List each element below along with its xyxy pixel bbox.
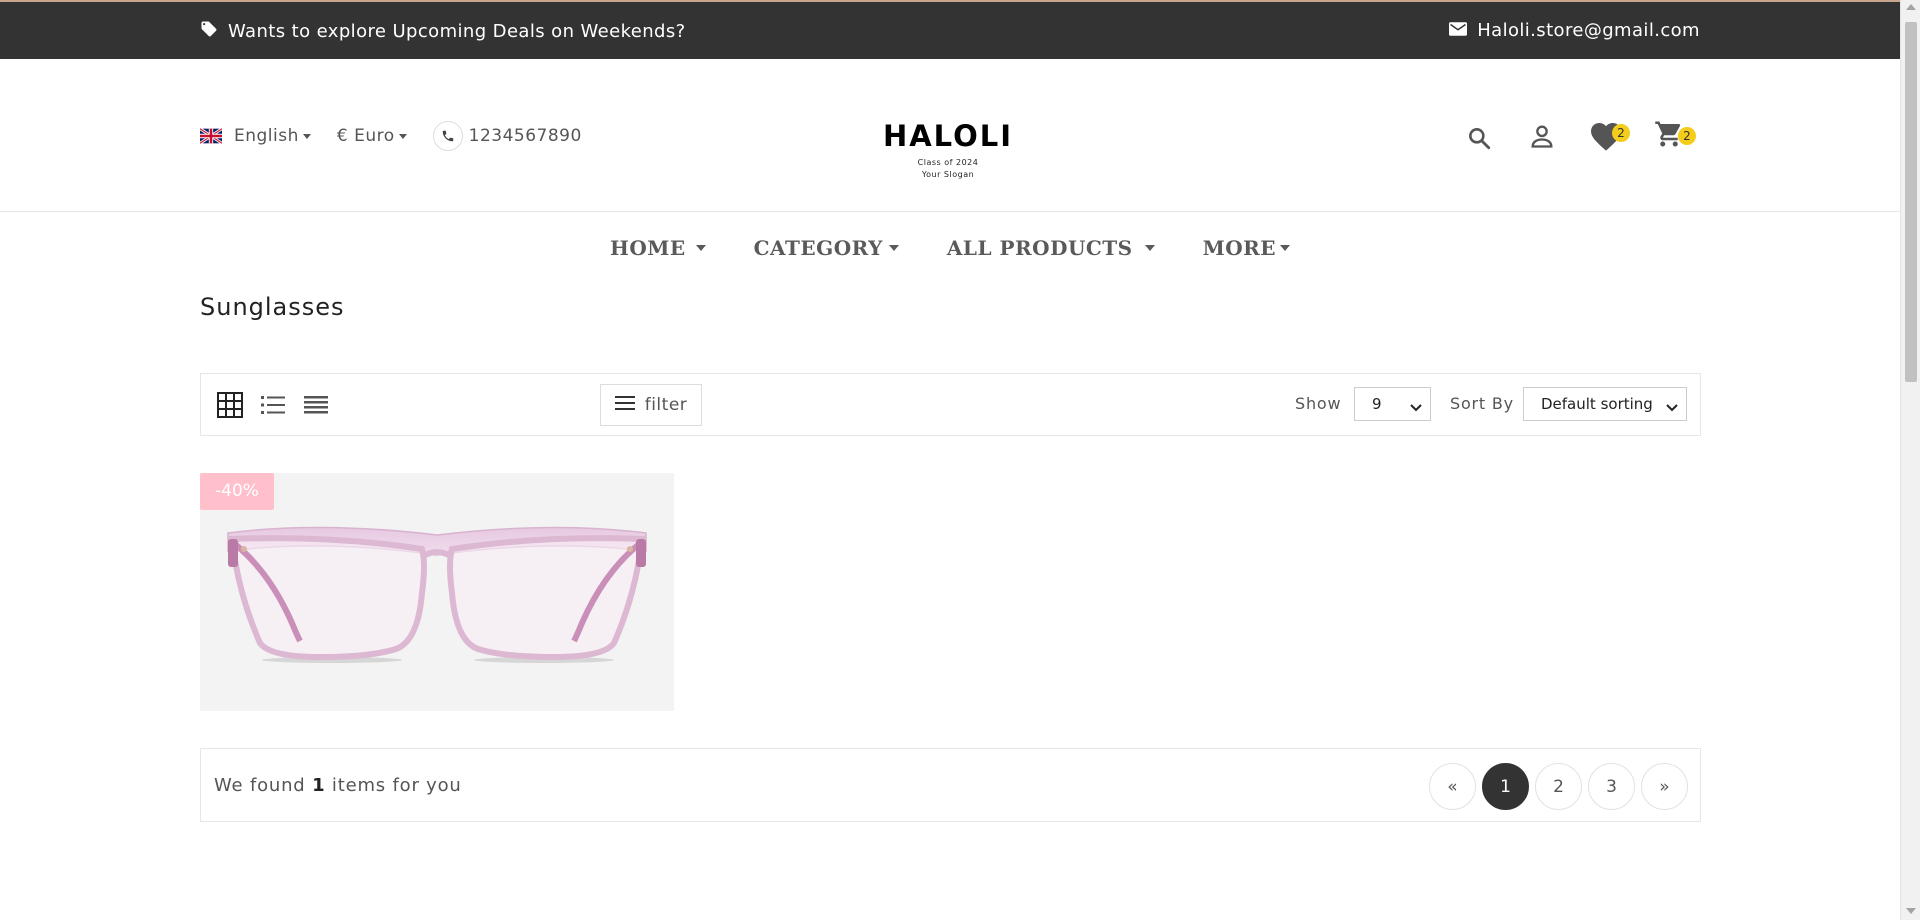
chevron-down-icon <box>1666 399 1678 417</box>
page-title: Sunglasses <box>200 293 345 321</box>
promo-text[interactable]: Wants to explore Upcoming Deals on Weeke… <box>228 21 686 42</box>
phone-icon <box>432 121 463 151</box>
scroll-up-arrow-icon[interactable] <box>1906 4 1916 10</box>
cart-button[interactable]: 2 <box>1654 119 1696 153</box>
grid-view-icon[interactable] <box>217 392 243 422</box>
language-selector[interactable]: English <box>199 126 311 146</box>
logo-line-1: Class of 2024 <box>917 158 979 167</box>
pagination: « 1 2 3 » <box>1429 763 1688 810</box>
menu-icon <box>614 395 635 416</box>
nav-item-more[interactable]: MORE <box>1202 236 1291 260</box>
phone-contact[interactable]: 1234567890 <box>432 121 582 151</box>
vertical-scrollbar[interactable] <box>1900 0 1920 920</box>
chevron-down-icon <box>695 245 706 251</box>
account-icon[interactable] <box>1528 122 1556 154</box>
pagination-prev[interactable]: « <box>1429 763 1476 810</box>
pagination-next[interactable]: » <box>1641 763 1688 810</box>
view-switcher <box>217 392 329 422</box>
chevron-down-icon <box>302 133 311 139</box>
currency-selector[interactable]: € Euro <box>337 126 407 146</box>
mail-icon <box>1449 20 1468 41</box>
logo-name: HALOLI <box>882 119 1014 153</box>
chevron-down-icon <box>1144 245 1155 251</box>
scroll-down-arrow-icon[interactable] <box>1906 908 1916 914</box>
sort-select[interactable]: Default sorting <box>1523 387 1687 421</box>
shop-toolbar: filter Show 9 Sort By Default sorting <box>200 373 1701 436</box>
phone-number: 1234567890 <box>468 126 582 146</box>
items-per-page-select[interactable]: 9 <box>1354 387 1431 421</box>
list-view-icon[interactable] <box>260 392 286 422</box>
results-number: 1 <box>312 775 326 796</box>
contact-email: Haloli.store@gmail.com <box>1449 20 1700 41</box>
chevron-down-icon <box>1410 399 1422 417</box>
uk-flag-icon <box>199 127 223 145</box>
promo: Wants to explore Upcoming Deals on Weeke… <box>200 20 686 43</box>
nav-label: CATEGORY <box>753 236 883 260</box>
nav-item-category[interactable]: CATEGORY <box>754 236 899 260</box>
wishlist-button[interactable]: 2 <box>1588 118 1630 156</box>
email-link[interactable]: Haloli.store@gmail.com <box>1477 20 1700 41</box>
tag-icon <box>200 20 218 43</box>
logo-line-2: Your Slogan <box>921 170 975 179</box>
wishlist-count-badge: 2 <box>1612 124 1630 142</box>
filter-button[interactable]: filter <box>600 384 702 426</box>
results-bar: We found 1 items for you « 1 2 3 » <box>200 748 1701 822</box>
main-navigation: HOME CATEGORY ALL PRODUCTS MORE <box>0 236 1900 260</box>
scrollbar-thumb[interactable] <box>1905 22 1917 382</box>
chevron-down-icon <box>398 133 407 139</box>
language-label: English <box>234 126 299 146</box>
nav-label: HOME <box>609 236 686 260</box>
header-actions: 2 2 <box>1466 116 1701 156</box>
pagination-page-2[interactable]: 2 <box>1535 763 1582 810</box>
nav-label: ALL PRODUCTS <box>946 236 1133 260</box>
show-label: Show <box>1295 394 1342 413</box>
site-header: English € Euro 1234567890 HALOLI Class o… <box>0 59 1900 212</box>
sort-label: Sort By <box>1450 394 1514 413</box>
site-logo[interactable]: HALOLI Class of 2024 Your Slogan <box>860 119 1036 181</box>
currency-label: € Euro <box>336 126 395 146</box>
compact-list-view-icon[interactable] <box>303 392 329 422</box>
cart-count-badge: 2 <box>1678 127 1696 145</box>
results-suffix: items for you <box>331 775 462 796</box>
chevron-down-icon <box>888 245 899 251</box>
results-count: We found 1 items for you <box>214 775 462 796</box>
header-utilities: English € Euro 1234567890 <box>199 121 608 151</box>
product-image[interactable] <box>200 473 674 711</box>
top-announcement-bar: Wants to explore Upcoming Deals on Weeke… <box>0 2 1900 59</box>
items-per-page-value: 9 <box>1372 395 1382 413</box>
filter-label: filter <box>644 395 688 415</box>
nav-item-home[interactable]: HOME <box>610 236 706 260</box>
search-icon[interactable] <box>1466 125 1492 155</box>
results-prefix: We found <box>214 775 306 796</box>
product-card[interactable]: -40% <box>200 473 674 711</box>
pagination-page-3[interactable]: 3 <box>1588 763 1635 810</box>
pagination-page-1[interactable]: 1 <box>1482 763 1529 810</box>
nav-item-all-products[interactable]: ALL PRODUCTS <box>947 236 1155 260</box>
nav-label: MORE <box>1202 236 1277 260</box>
sort-value: Default sorting <box>1541 395 1653 413</box>
chevron-down-icon <box>1280 245 1291 251</box>
